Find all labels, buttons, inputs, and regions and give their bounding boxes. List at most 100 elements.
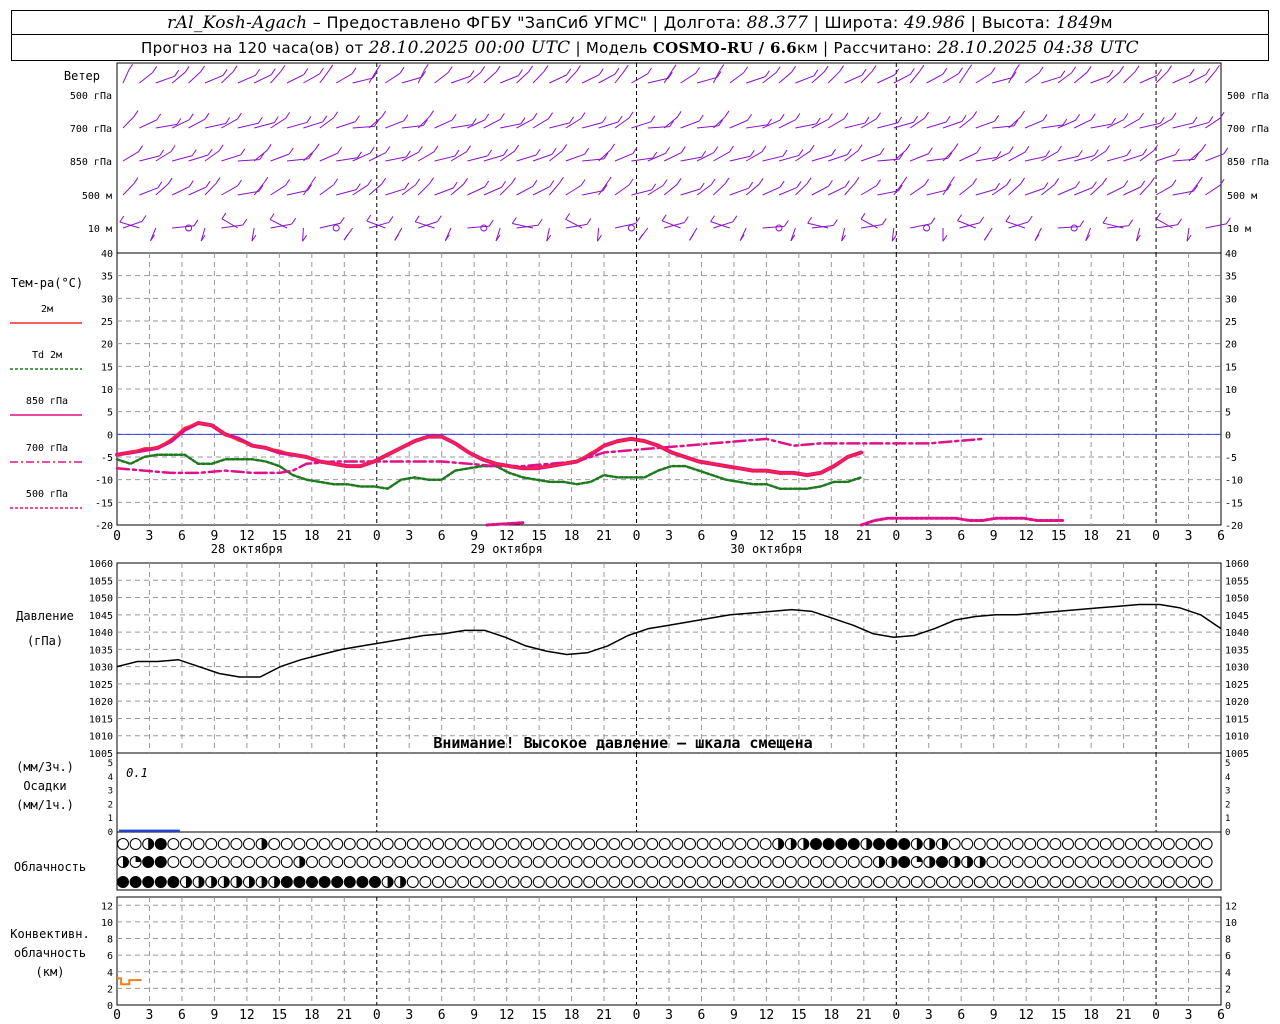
wind-barb-feather xyxy=(566,68,572,76)
cloud-symbol xyxy=(910,876,923,888)
wind-barb-feather xyxy=(1042,114,1048,121)
wind-barb-feather xyxy=(743,66,749,74)
cloud-symbol xyxy=(759,838,772,850)
wind-barb xyxy=(188,118,206,129)
x-tick-label-temp: 0 xyxy=(373,529,381,544)
cloud-symbol xyxy=(532,856,545,868)
x-tick-label-temp: 0 xyxy=(892,529,900,544)
x-tick-label-conv: 9 xyxy=(470,1008,478,1023)
wind-barb xyxy=(762,119,781,129)
wind-barb xyxy=(253,149,268,162)
wind-barb xyxy=(1106,186,1125,196)
wind-barb xyxy=(204,150,220,162)
wind-barb xyxy=(467,119,485,129)
cloud-symbol xyxy=(999,876,1011,888)
wind-barb-feather xyxy=(765,70,770,77)
wind-barb-feather xyxy=(902,176,908,184)
wind-barb xyxy=(893,149,907,162)
cloud-symbol xyxy=(369,876,381,888)
wind-barb xyxy=(581,74,600,84)
wind-barb-feather xyxy=(288,147,294,155)
wind-barb xyxy=(303,149,316,162)
x-tick-label-temp: 18 xyxy=(824,529,840,544)
x-tick-label-temp: 21 xyxy=(596,529,612,544)
wind-barb xyxy=(302,227,304,242)
wind-level-right: 500 гПа xyxy=(1227,91,1269,102)
wind-barb-feather xyxy=(864,116,870,124)
wind-barb xyxy=(122,70,130,84)
wind-barb xyxy=(139,72,153,84)
x-tick-label-conv: 15 xyxy=(272,1008,288,1023)
wind-barb-feather xyxy=(1123,180,1129,187)
y-tick-left-press: 1045 xyxy=(89,611,113,622)
y-tick-left-temp: 10 xyxy=(101,385,113,396)
x-tick-label-conv: 12 xyxy=(1018,1008,1034,1023)
wind-barb-feather xyxy=(280,65,286,72)
cloud-symbol-half xyxy=(803,838,809,850)
wind-barb xyxy=(303,73,320,84)
wind-barb-feather xyxy=(333,111,339,119)
y-tick-left-prec: 4 xyxy=(108,773,113,783)
x-tick-label-conv: 21 xyxy=(1116,1008,1132,1023)
y-tick-right-press: 1030 xyxy=(1225,663,1249,674)
wind-barb-feather xyxy=(1175,148,1180,155)
cloud-symbol xyxy=(873,876,885,888)
wind-barb xyxy=(631,73,648,84)
wind-barb-feather xyxy=(1150,177,1155,184)
wind-barb-feather xyxy=(860,212,866,220)
cloud-symbol xyxy=(658,876,671,888)
wind-barb-feather xyxy=(747,113,753,121)
series-t850-line xyxy=(115,421,864,478)
legend-label: 850 гПа xyxy=(26,396,68,407)
cloud-symbol xyxy=(520,838,533,850)
cloud-symbol xyxy=(633,838,646,850)
wind-barb xyxy=(710,221,730,229)
wind-barb xyxy=(368,70,377,84)
wind-barb-feather xyxy=(319,67,324,75)
cloud-symbol xyxy=(835,876,848,888)
x-tick-label-temp: 6 xyxy=(957,529,965,544)
wind-barb-feather xyxy=(796,181,802,188)
cloud-symbol xyxy=(671,876,684,888)
wind-barb-feather xyxy=(1108,69,1114,77)
wind-barb xyxy=(253,74,272,84)
cloud-symbol xyxy=(1036,856,1049,868)
wind-barb-feather xyxy=(784,220,789,227)
wind-barb-feather xyxy=(1014,64,1020,71)
y-tick-left-press: 1015 xyxy=(89,714,113,725)
wind-barb-feather xyxy=(405,150,411,158)
x-tick-label-conv: 15 xyxy=(1051,1008,1067,1023)
wind-barb-feather xyxy=(879,148,885,155)
calm-wind-symbol xyxy=(627,224,635,232)
precip-axis-label: Осадки xyxy=(23,779,66,793)
cloud-symbol xyxy=(432,876,444,888)
cloud-symbol xyxy=(268,838,281,850)
wind-barb-feather xyxy=(423,64,429,71)
wind-level-left: 500 гПа xyxy=(70,91,112,102)
wind-barb xyxy=(1057,226,1080,229)
wind-barb-feather xyxy=(919,64,925,72)
wind-barb xyxy=(418,221,438,229)
cloud-symbol-half xyxy=(299,856,305,868)
wind-barb-feather xyxy=(1075,180,1081,188)
wind-barb-feather xyxy=(429,177,434,184)
wind-barb-feather xyxy=(167,177,173,185)
y-tick-left-conv: 4 xyxy=(107,968,113,979)
wind-label: Ветер xyxy=(64,69,100,83)
wind-barb xyxy=(499,183,512,196)
wind-barb-feather xyxy=(518,69,523,76)
cloud-symbol-half xyxy=(223,876,230,888)
cloud-symbol xyxy=(986,838,999,850)
y-tick-right-prec: 2 xyxy=(1225,800,1230,810)
cloud-symbol xyxy=(495,838,507,850)
x-tick-label-conv: 21 xyxy=(856,1008,872,1023)
cloud-symbol xyxy=(154,856,167,868)
cloud-symbol xyxy=(381,838,394,850)
wind-barb xyxy=(221,71,234,84)
wind-barb-feather xyxy=(394,234,400,241)
cloud-symbol xyxy=(306,876,318,888)
calm-wind-symbol xyxy=(185,224,193,232)
panel-frame-prec xyxy=(116,752,1222,833)
wind-barb-feather xyxy=(291,217,297,225)
wind-barb-feather xyxy=(710,178,716,186)
